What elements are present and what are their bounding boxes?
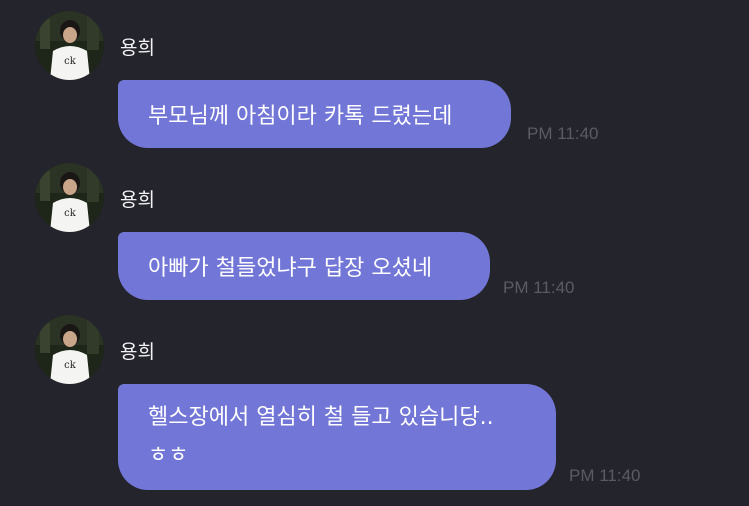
message-text: 부모님께 아침이라 카톡 드렸는데	[148, 104, 453, 129]
message-text: 아빠가 철들었냐구 답장 오셨네	[148, 256, 433, 281]
sender-name: 용희	[120, 37, 155, 59]
message-bubble[interactable]: 부모님께 아침이라 카톡 드렸는데	[118, 80, 511, 148]
sender-name: 용희	[120, 189, 155, 211]
message-timestamp: PM 11:40	[527, 124, 599, 143]
message-bubble[interactable]: 헬스장에서 열심히 철 들고 있습니당.. ㅎㅎ	[118, 384, 556, 490]
message-timestamp: PM 11:40	[569, 466, 641, 485]
sender-name: 용희	[120, 341, 155, 363]
avatar[interactable]: ck	[35, 163, 104, 232]
svg-text:ck: ck	[64, 208, 77, 219]
message-bubble[interactable]: 아빠가 철들었냐구 답장 오셨네	[118, 232, 490, 300]
message-text: ㅎㅎ	[148, 443, 189, 468]
svg-text:ck: ck	[64, 360, 77, 371]
svg-text:ck: ck	[64, 56, 77, 67]
message-timestamp: PM 11:40	[503, 278, 575, 297]
avatar[interactable]: ck	[35, 11, 104, 80]
message-text: 헬스장에서 열심히 철 들고 있습니당..	[148, 405, 494, 430]
avatar[interactable]: ck	[35, 315, 104, 384]
